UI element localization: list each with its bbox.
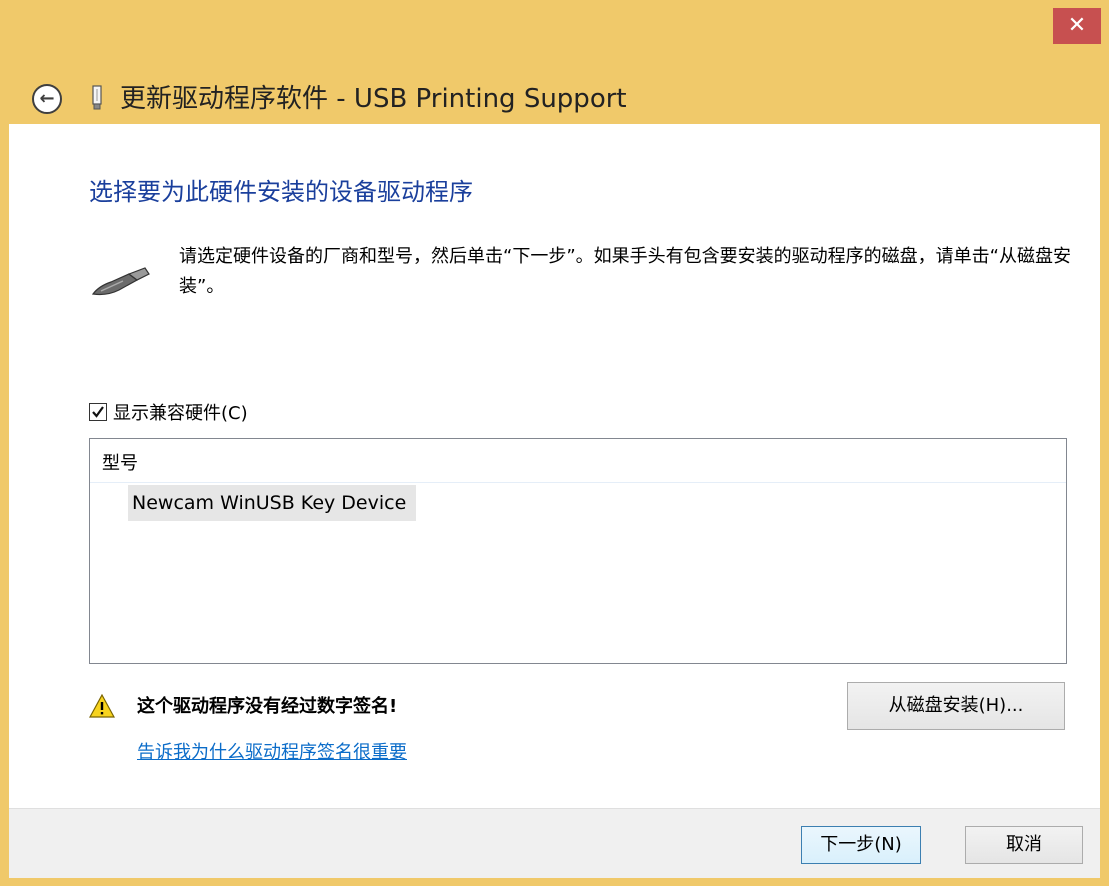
wizard-content: 选择要为此硬件安装的设备驱动程序 请选定硬件设备的厂商和型号，然后单击“下一步”… <box>9 124 1100 808</box>
next-button[interactable]: 下一步(N) <box>801 826 921 864</box>
show-compatible-checkbox[interactable] <box>89 403 107 421</box>
column-header-label: 型号 <box>102 453 138 474</box>
close-button[interactable]: ✕ <box>1053 8 1101 44</box>
signing-help-link[interactable]: 告诉我为什么驱动程序签名很重要 <box>137 738 407 764</box>
back-button[interactable]: ← <box>32 84 62 114</box>
warning-icon <box>89 694 115 718</box>
dialog-window: ✕ ← 更新驱动程序软件 - USB Printing Support 选择要为… <box>0 0 1109 886</box>
device-icon <box>92 85 102 110</box>
show-compatible-label: 显示兼容硬件(C) <box>113 403 248 424</box>
instruction-text: 请选定硬件设备的厂商和型号，然后单击“下一步”。如果手头有包含要安装的驱动程序的… <box>179 246 1071 297</box>
unsigned-warning: 这个驱动程序没有经过数字签名! <box>137 696 398 717</box>
back-arrow-icon: ← <box>39 88 55 109</box>
close-icon: ✕ <box>1067 13 1087 38</box>
page-heading: 选择要为此硬件安装的设备驱动程序 <box>89 178 473 206</box>
list-column-header[interactable]: 型号 <box>90 439 1066 483</box>
usb-cable-icon <box>91 267 150 296</box>
cancel-button[interactable]: 取消 <box>965 826 1083 864</box>
wizard-footer: 下一步(N) 取消 <box>9 808 1100 878</box>
model-list[interactable]: 型号 Newcam WinUSB Key Device <box>89 438 1067 664</box>
window-title: 更新驱动程序软件 - USB Printing Support <box>120 84 627 114</box>
title-bar: ← 更新驱动程序软件 - USB Printing Support <box>0 48 1109 124</box>
show-compatible-row: 显示兼容硬件(C) <box>89 400 248 424</box>
checkmark-icon <box>92 406 104 418</box>
list-item[interactable]: Newcam WinUSB Key Device <box>128 485 417 521</box>
have-disk-button[interactable]: 从磁盘安装(H)... <box>847 682 1065 730</box>
